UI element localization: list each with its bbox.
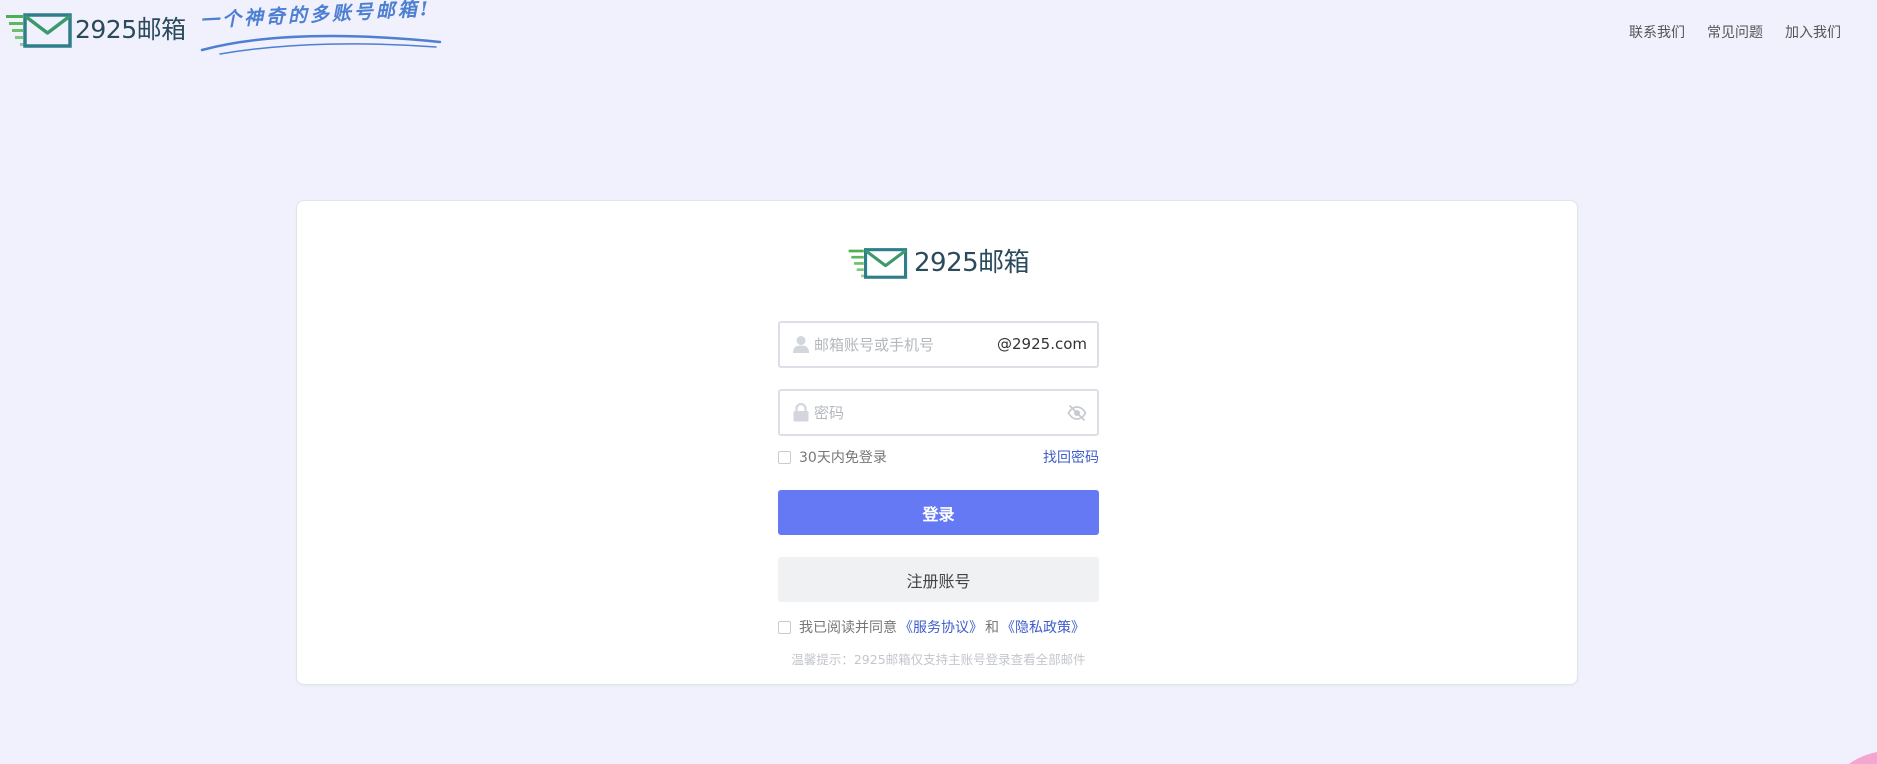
corner-decoration — [1849, 752, 1877, 764]
card-brand: 2925邮箱 — [846, 245, 1030, 281]
agreement-prefix: 我已阅读并同意 — [799, 620, 897, 636]
register-button[interactable]: 注册账号 — [778, 557, 1099, 602]
eye-off-icon[interactable] — [1067, 403, 1087, 423]
nav-contact-us[interactable]: 联系我们 — [1629, 22, 1685, 42]
password-input[interactable] — [814, 391, 1054, 434]
password-field — [778, 389, 1099, 436]
account-field: @2925.com — [778, 321, 1099, 368]
agreement-row: 我已阅读并同意 《服务协议》 和 《隐私政策》 — [778, 617, 1099, 637]
brand-name: 2925邮箱 — [75, 15, 186, 44]
email-domain-suffix: @2925.com — [997, 335, 1087, 353]
slogan: 一个神奇的多账号邮箱! — [200, 0, 442, 55]
lock-icon — [793, 403, 809, 422]
slogan-text: 一个神奇的多账号邮箱! — [199, 0, 432, 32]
login-card: 2925邮箱 @2925.com — [296, 200, 1578, 685]
forgot-password-link[interactable]: 找回密码 — [1043, 447, 1099, 467]
nav-faq[interactable]: 常见问题 — [1707, 22, 1763, 42]
remember-label: 30天内免登录 — [799, 450, 887, 466]
service-agreement-link[interactable]: 《服务协议》 — [899, 617, 983, 637]
top-nav: 联系我们 常见问题 加入我们 — [1629, 22, 1841, 42]
envelope-logo-icon — [6, 13, 72, 48]
envelope-logo-icon — [848, 248, 908, 279]
account-input[interactable] — [814, 323, 1004, 366]
agreement-checkbox[interactable] — [778, 620, 791, 634]
card-brand-name: 2925邮箱 — [914, 248, 1030, 278]
slogan-underline — [200, 34, 442, 55]
login-button[interactable]: 登录 — [778, 490, 1099, 535]
nav-join-us[interactable]: 加入我们 — [1785, 22, 1841, 42]
header-brand[interactable]: 2925邮箱 — [6, 12, 186, 48]
privacy-policy-link[interactable]: 《隐私政策》 — [1001, 617, 1085, 637]
login-form: @2925.com 30天内免登录 找回密码 登录 注册账号 — [778, 321, 1099, 668]
login-tip: 温馨提示：2925邮箱仅支持主账号登录查看全部邮件 — [791, 652, 1086, 667]
top-header: 2925邮箱 一个神奇的多账号邮箱! 联系我们 常见问题 加入我们 — [0, 0, 1877, 64]
remember-checkbox[interactable] — [778, 450, 791, 464]
login-options: 30天内免登录 找回密码 — [778, 447, 1099, 467]
user-icon — [793, 336, 809, 353]
agreement-and: 和 — [985, 620, 999, 636]
agreement-text: 我已阅读并同意 《服务协议》 和 《隐私政策》 — [799, 617, 1085, 637]
remember-me[interactable]: 30天内免登录 — [778, 447, 887, 467]
